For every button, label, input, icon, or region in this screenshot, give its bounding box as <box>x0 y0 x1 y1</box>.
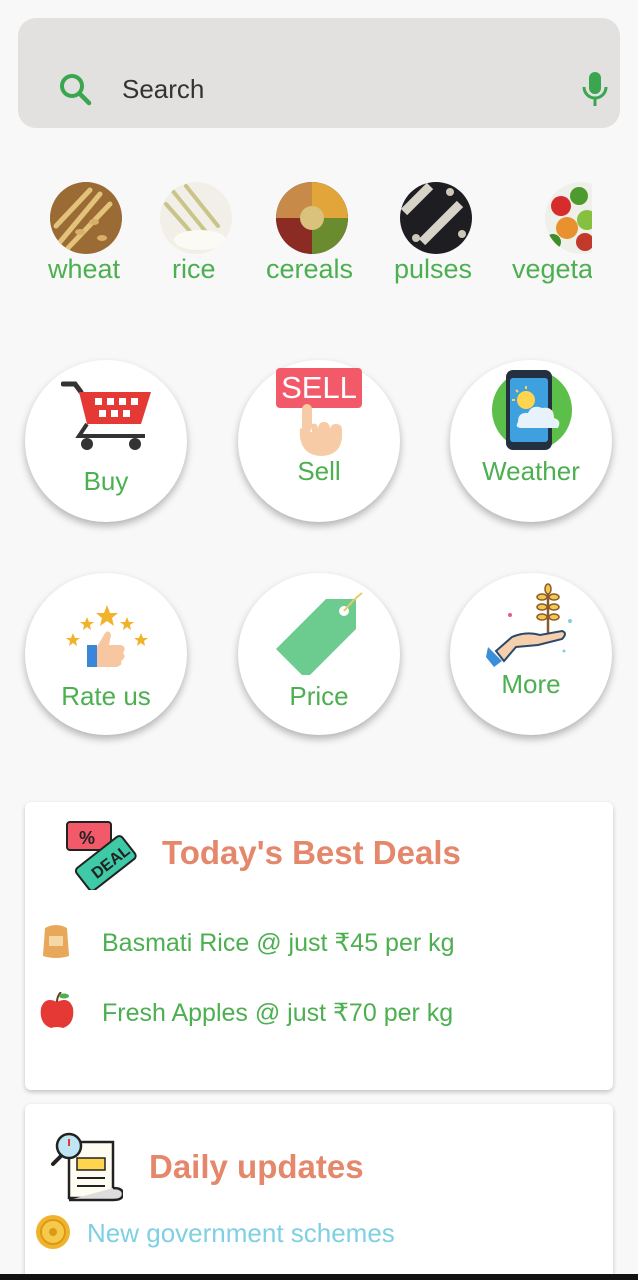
search-icon[interactable] <box>58 72 94 113</box>
apple-icon <box>39 991 75 1035</box>
shopping-cart-icon <box>60 378 153 459</box>
rice-image <box>160 182 232 254</box>
deal-item[interactable]: Fresh Apples @ just ₹70 per kg <box>102 998 453 1028</box>
svg-text:%: % <box>79 828 95 848</box>
update-item[interactable]: New government schemes <box>87 1218 395 1249</box>
deal-tags-icon: % DEAL <box>65 816 137 895</box>
price-label: Price <box>289 681 349 711</box>
system-nav-bar <box>0 1274 638 1280</box>
category-label: pulses <box>394 254 473 284</box>
weather-phone-icon <box>490 368 574 459</box>
sell-button[interactable]: SELL Sell <box>238 360 400 522</box>
rice-sack-icon <box>41 922 71 965</box>
category-label: cereals <box>266 254 354 284</box>
pointing-hand-icon <box>296 402 346 463</box>
cereals-image <box>276 182 348 254</box>
weather-label: Weather <box>482 456 580 486</box>
daily-updates-title: Daily updates <box>149 1148 364 1185</box>
buy-label: Buy <box>83 466 129 496</box>
more-label: More <box>501 669 561 699</box>
sell-label: Sell <box>297 456 341 486</box>
category-strip[interactable]: wheat rice cereals pulses vegeta <box>0 182 592 292</box>
thumbs-up-stars-icon <box>65 603 149 674</box>
coin-icon <box>35 1214 71 1255</box>
search-bar[interactable]: Search <box>18 18 620 128</box>
rate-us-label: Rate us <box>61 681 151 711</box>
rate-us-button[interactable]: Rate us <box>25 573 187 735</box>
price-tag-icon <box>274 591 366 680</box>
wheat-image <box>50 182 122 254</box>
price-button[interactable]: Price <box>238 573 400 735</box>
weather-button[interactable]: Weather <box>450 360 612 522</box>
pulses-image <box>400 182 472 254</box>
category-label: wheat <box>48 254 121 284</box>
category-label: vegeta <box>512 254 592 284</box>
best-deals-title: Today's Best Deals <box>162 834 461 871</box>
best-deals-card: % DEAL Today's Best Deals Basmati Rice @ … <box>25 802 613 1090</box>
daily-updates-card: Daily updates New government schemes <box>25 1104 613 1280</box>
newspaper-magnifier-icon <box>51 1130 125 1207</box>
more-button[interactable]: More <box>450 573 612 735</box>
buy-button[interactable]: Buy <box>25 360 187 522</box>
category-label: rice <box>172 254 216 284</box>
vegetables-image <box>545 182 592 254</box>
search-input[interactable]: Search <box>122 74 204 105</box>
hand-wheat-icon <box>486 581 580 672</box>
deal-item[interactable]: Basmati Rice @ just ₹45 per kg <box>102 928 455 958</box>
microphone-icon[interactable] <box>580 70 610 115</box>
